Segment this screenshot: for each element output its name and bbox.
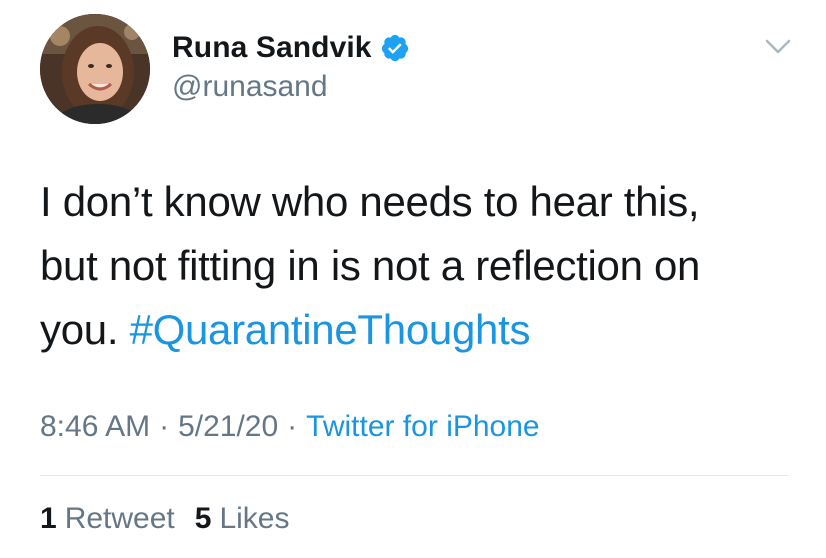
tweet-text-line: but not fitting in is not a reflection o… — [40, 242, 701, 289]
profile-photo-icon — [40, 14, 150, 124]
likes-label: Likes — [219, 502, 290, 535]
tweet-card: Runa Sandvik @runasand I don’t know who … — [0, 0, 826, 558]
tweet-text-line: you. #QuarantineThoughts — [40, 298, 810, 362]
retweets-label: Retweet — [64, 502, 175, 535]
chevron-down-icon[interactable] — [763, 37, 793, 57]
tweet-stats: 1 Retweet 5 Likes — [40, 502, 309, 536]
display-name[interactable]: Runa Sandvik — [172, 31, 372, 65]
tweet-text-line: I don’t know who needs to hear this, — [40, 178, 700, 225]
hashtag-link[interactable]: #QuarantineThoughts — [130, 306, 531, 353]
tweet-time[interactable]: 8:46 AM — [40, 410, 150, 444]
avatar[interactable] — [40, 14, 150, 124]
meta-separator: · — [159, 410, 170, 443]
retweets-count: 1 — [40, 502, 57, 535]
tweet-meta: 8:46 AM · 5/21/20 · Twitter for iPhone — [40, 410, 540, 444]
tweet-text-fragment: you. — [40, 306, 130, 353]
likes-count: 5 — [194, 502, 212, 535]
likes-stat[interactable]: 5 Likes — [195, 502, 290, 536]
divider — [40, 475, 788, 476]
tweet-text: I don’t know who needs to hear this, but… — [40, 170, 810, 362]
verified-badge-icon — [380, 33, 410, 63]
tweet-source-link[interactable]: Twitter for iPhone — [306, 410, 539, 444]
name-row: Runa Sandvik — [172, 28, 410, 68]
retweets-stat[interactable]: 1 Retweet — [40, 502, 175, 536]
meta-separator: · — [287, 410, 298, 443]
user-handle[interactable]: @runasand — [172, 70, 328, 104]
tweet-date[interactable]: 5/21/20 — [178, 410, 278, 444]
